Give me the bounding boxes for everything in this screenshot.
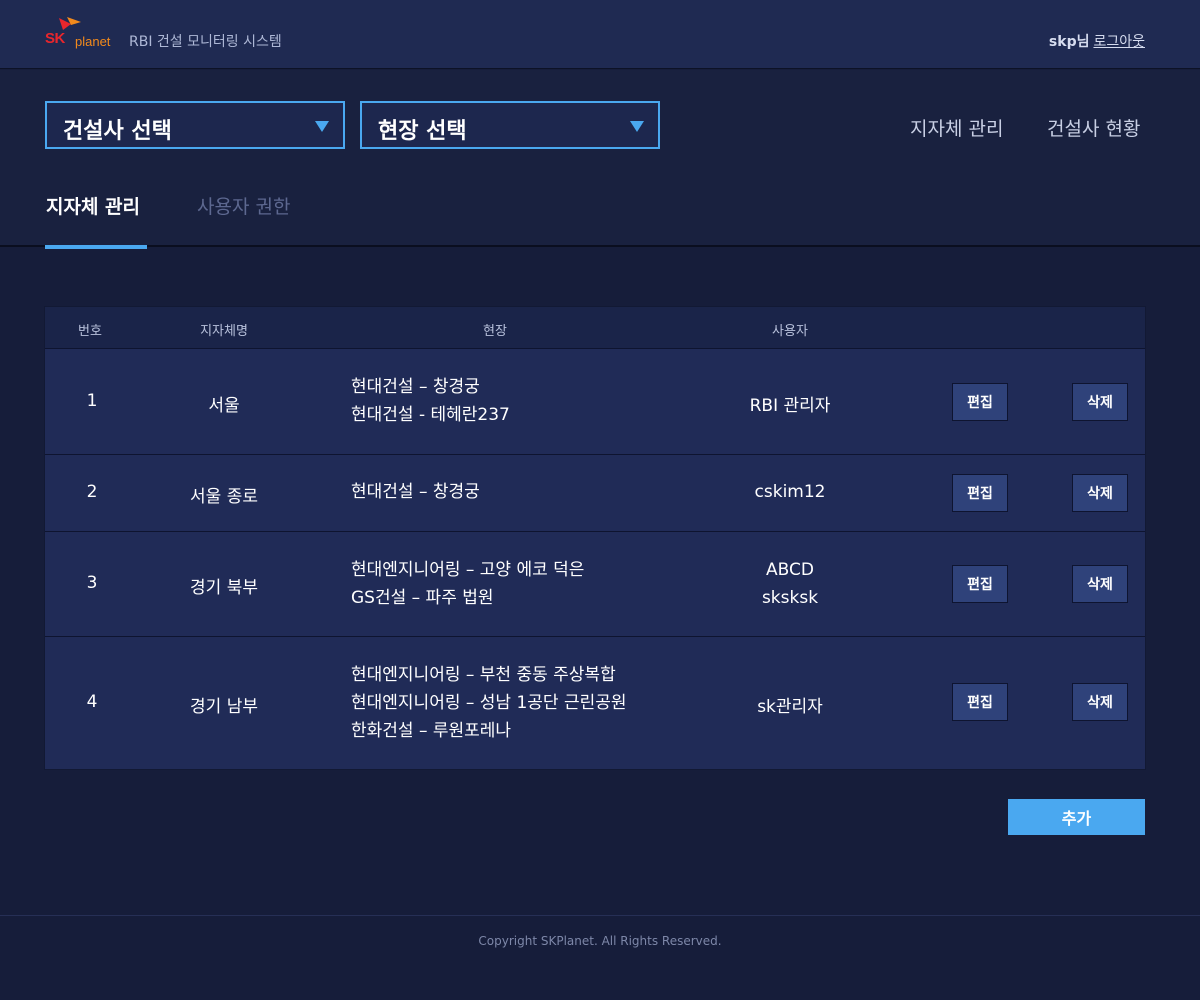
table-row: 4 경기 남부 현대엔지니어링 – 부천 중동 주상복합 현대엔지니어링 – 성…	[45, 637, 1145, 769]
copyright-text: Copyright SKPlanet. All Rights Reserved.	[478, 934, 722, 948]
user-item: sksksk	[761, 588, 819, 608]
municipality-name: 서울 종로	[190, 487, 258, 507]
add-button[interactable]: 추가	[1008, 799, 1145, 835]
top-header: SK planet RBI 건설 모니터링 시스템 skp님 로그아웃	[0, 0, 1200, 69]
site-list: 현대엔지니어링 – 고양 에코 덕은 GS건설 – 파주 법원	[351, 556, 584, 612]
company-select-label: 건설사 선택	[63, 119, 172, 144]
site-item: 현대건설 - 테헤란237	[351, 405, 510, 425]
chevron-down-icon	[630, 121, 644, 132]
row-number: 4	[86, 692, 98, 712]
table-row: 3 경기 북부 현대엔지니어링 – 고양 에코 덕은 GS건설 – 파주 법원 …	[45, 532, 1145, 637]
site-item: 현대엔지니어링 – 부천 중동 주상복합	[351, 665, 616, 685]
row-number: 3	[86, 573, 98, 593]
user-area: skp님 로그아웃	[1049, 31, 1145, 51]
user-list: ABCD sksksk	[762, 556, 818, 612]
site-list: 현대건설 – 창경궁 현대건설 - 테헤란237	[351, 373, 510, 429]
skplanet-logo[interactable]: SK planet	[45, 16, 121, 52]
site-list: 현대엔지니어링 – 부천 중동 주상복합 현대엔지니어링 – 성남 1공단 근린…	[351, 661, 627, 745]
site-item: 현대엔지니어링 – 성남 1공단 근린공원	[351, 693, 627, 713]
user-item: ABCD	[766, 560, 814, 580]
site-item: 현대엔지니어링 – 고양 에코 덕은	[351, 560, 585, 580]
table-row: 2 서울 종로 현대건설 – 창경궁 cskim12 편집 삭제	[45, 455, 1145, 532]
logo-sk-text: SK	[45, 30, 65, 47]
municipality-name: 경기 남부	[190, 697, 258, 717]
app-title: RBI 건설 모니터링 시스템	[129, 34, 282, 50]
footer: Copyright SKPlanet. All Rights Reserved.	[0, 915, 1200, 1000]
delete-button[interactable]: 삭제	[1072, 383, 1128, 421]
edit-button[interactable]: 편집	[952, 683, 1008, 721]
row-number: 1	[86, 391, 98, 411]
site-item: GS건설 – 파주 법원	[351, 588, 494, 608]
column-header-user: 사용자	[772, 324, 808, 339]
site-select-label: 현장 선택	[378, 119, 467, 144]
site-item: 한화건설 – 루원포레나	[351, 721, 512, 741]
user-name-cell: sk관리자	[757, 697, 823, 717]
site-list: 현대건설 – 창경궁	[351, 478, 480, 506]
municipality-name: 경기 북부	[190, 578, 258, 598]
edit-button[interactable]: 편집	[952, 383, 1008, 421]
user-name: skp님	[1048, 34, 1090, 50]
user-name-cell: cskim12	[754, 482, 826, 502]
column-header-site: 현장	[483, 324, 507, 339]
site-item: 현대건설 – 창경궁	[351, 482, 480, 502]
column-header-municipality: 지자체명	[200, 324, 248, 339]
edit-button[interactable]: 편집	[952, 474, 1008, 512]
nav-company-status[interactable]: 건설사 현황	[1047, 114, 1140, 141]
table-row: 1 서울 현대건설 – 창경궁 현대건설 - 테헤란237 RBI 관리자 편집…	[45, 350, 1145, 455]
selector-band: 건설사 선택 현장 선택 지자체 관리 건설사 현황 지자체 관리 사용자 권한	[0, 70, 1200, 249]
municipality-table: 번호 지자체명 현장 사용자 1 서울 현대건설 – 창경궁 현대건설 - 테헤…	[45, 307, 1145, 769]
logout-link[interactable]: 로그아웃	[1093, 34, 1145, 50]
logo-planet-text: planet	[75, 34, 111, 49]
site-item: 현대건설 – 창경궁	[351, 377, 480, 397]
chevron-down-icon	[315, 121, 329, 132]
delete-button[interactable]: 삭제	[1072, 683, 1128, 721]
tab-user-permissions[interactable]: 사용자 권한	[197, 192, 290, 219]
table-header: 번호 지자체명 현장 사용자	[45, 307, 1145, 349]
user-name-cell: RBI 관리자	[749, 396, 831, 416]
site-select[interactable]: 현장 선택	[360, 101, 660, 149]
delete-button[interactable]: 삭제	[1072, 565, 1128, 603]
tab-municipality-management[interactable]: 지자체 관리	[46, 192, 140, 219]
delete-button[interactable]: 삭제	[1072, 474, 1128, 512]
active-tab-indicator	[45, 245, 147, 249]
company-select[interactable]: 건설사 선택	[45, 101, 345, 149]
municipality-name: 서울	[208, 396, 240, 416]
nav-municipality-management[interactable]: 지자체 관리	[910, 114, 1003, 141]
edit-button[interactable]: 편집	[952, 565, 1008, 603]
row-number: 2	[86, 482, 98, 502]
column-header-number: 번호	[78, 324, 102, 339]
